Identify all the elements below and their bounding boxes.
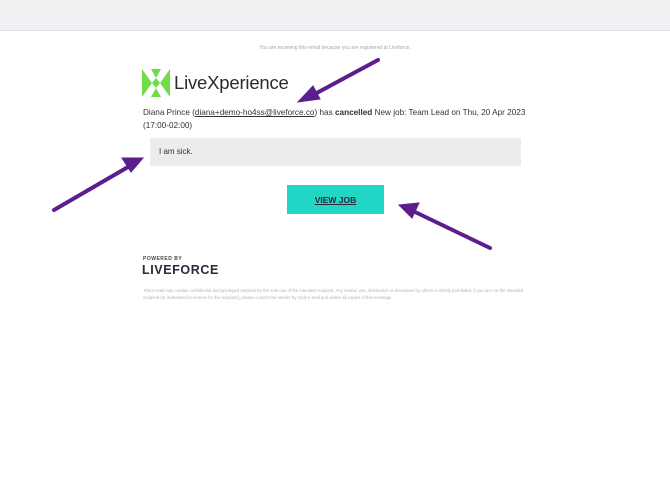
logo-text: LiveXperience	[174, 71, 289, 93]
powered-by-label: POWERED BY	[143, 256, 183, 262]
action-word: cancelled	[334, 108, 373, 117]
annotation-arrows	[52, 58, 492, 250]
reason-box: I am sick.	[150, 138, 521, 166]
livexperience-logo: LiveXperience	[142, 68, 289, 98]
livexperience-logo-icon	[142, 69, 170, 97]
view-job-button[interactable]: VIEW JOB	[287, 185, 384, 214]
cancellation-message: Diana Prince (diana+demo-ho4ss@liveforce…	[143, 107, 533, 132]
message-middle: ) has	[314, 108, 335, 117]
user-name: Diana Prince	[143, 108, 190, 117]
arrow-to-reason	[52, 157, 145, 212]
browser-top-bar	[0, 0, 670, 31]
arrow-to-logo	[296, 58, 380, 103]
arrow-to-button	[397, 202, 492, 250]
disclaimer-text: This e-mail may contain confidential and…	[143, 288, 524, 300]
registration-notice: You are receiving this email because you…	[259, 45, 411, 51]
liveforce-brand: LIVEFORCE	[142, 263, 219, 277]
user-email-link[interactable]: diana+demo-ho4ss@liveforce.co	[195, 108, 315, 117]
reason-text: I am sick.	[159, 147, 193, 156]
